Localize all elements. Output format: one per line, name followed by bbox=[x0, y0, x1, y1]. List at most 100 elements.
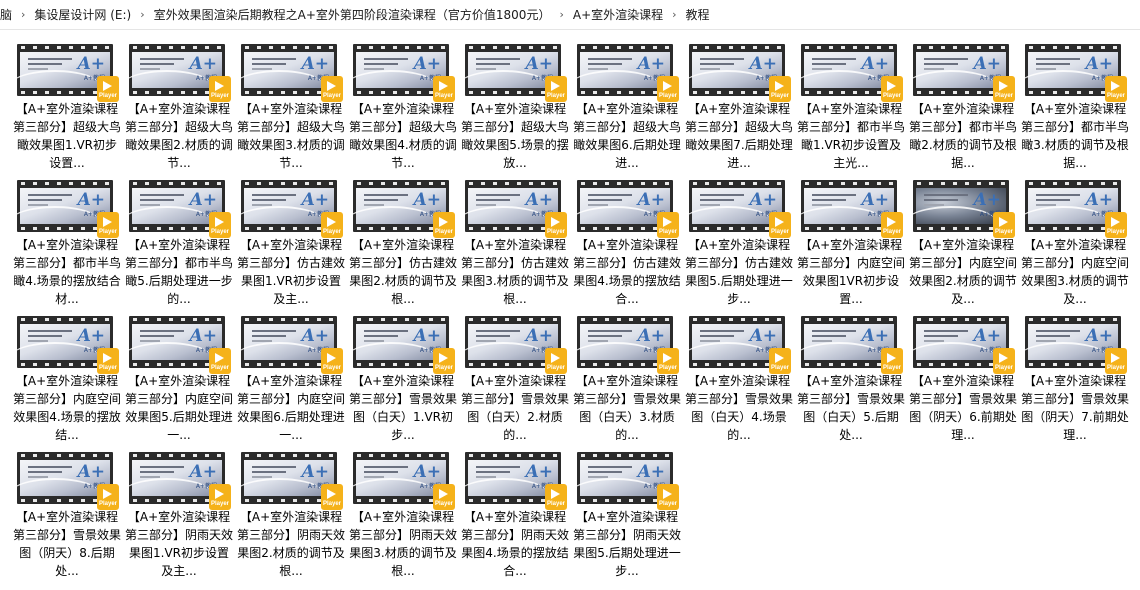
player-badge-label: Player bbox=[210, 365, 229, 371]
brand-logo: A+ bbox=[973, 54, 1001, 74]
file-item[interactable]: A+ A+教程 Player 【A+室外渲染课程第三部分】雪景效果图（阴天）6.前期处… bbox=[907, 310, 1019, 446]
breadcrumb-item[interactable]: 集设屋设计网 (E:) bbox=[29, 6, 136, 23]
file-name: 【A+室外渲染课程第三部分】超级大鸟瞰效果图6.后期处理进... bbox=[572, 102, 681, 170]
file-item[interactable]: A+ A+教程 Player 【A+室外渲染课程第三部分】内庭空间效果图2.材质的调节… bbox=[907, 174, 1019, 310]
file-item[interactable]: A+ A+教程 Player 【A+室外渲染课程第三部分】超级大鸟瞰效果图4.材质的调… bbox=[347, 38, 459, 174]
play-icon bbox=[103, 353, 112, 363]
file-item[interactable]: A+ A+教程 Player 【A+室外渲染课程第三部分】雪景效果图（白天）5.后期处… bbox=[795, 310, 907, 446]
file-item[interactable]: A+ A+教程 Player 【A+室外渲染课程第三部分】都市半鸟瞰2.材质的调节及根… bbox=[907, 38, 1019, 174]
film-holes bbox=[1025, 180, 1121, 187]
file-item[interactable]: A+ A+教程 Player 【A+室外渲染课程第三部分】仿古建效果图2.材质的调节及… bbox=[347, 174, 459, 310]
player-badge-icon: Player bbox=[993, 212, 1015, 238]
film-holes bbox=[465, 180, 561, 187]
player-badge-label: Player bbox=[994, 229, 1013, 235]
file-item[interactable]: A+ A+教程 Player 【A+室外渲染课程第三部分】仿古建效果图4.场景的摆放结… bbox=[571, 174, 683, 310]
file-item[interactable]: A+ A+教程 Player 【A+室外渲染课程第三部分】阴雨天效果图1.VR初步设置… bbox=[123, 446, 235, 582]
brand-logo: A+ bbox=[525, 462, 553, 482]
file-name: 【A+室外渲染课程第三部分】雪景效果图（白天）1.VR初步... bbox=[348, 374, 457, 442]
play-icon bbox=[103, 217, 112, 227]
file-item[interactable]: A+ A+教程 Player 【A+室外渲染课程第三部分】雪景效果图（白天）2.材质的… bbox=[459, 310, 571, 446]
film-holes bbox=[801, 316, 897, 323]
film-holes bbox=[129, 44, 225, 51]
file-item[interactable]: A+ A+教程 Player 【A+室外渲染课程第三部分】仿古建效果图3.材质的调节及… bbox=[459, 174, 571, 310]
player-badge-label: Player bbox=[434, 501, 453, 507]
player-badge-icon: Player bbox=[769, 212, 791, 238]
file-item[interactable]: A+ A+教程 Player 【A+室外渲染课程第三部分】内庭空间效果图3.材质的调节… bbox=[1019, 174, 1131, 310]
file-item[interactable]: A+ A+教程 Player 【A+室外渲染课程第三部分】都市半鸟瞰5.后期处理进一步… bbox=[123, 174, 235, 310]
player-badge-label: Player bbox=[546, 501, 565, 507]
file-name: 【A+室外渲染课程第三部分】雪景效果图（阴天）8.后期处... bbox=[12, 510, 121, 578]
file-item[interactable]: A+ A+教程 Player 【A+室外渲染课程第三部分】内庭空间效果图1VR初步设置… bbox=[795, 174, 907, 310]
play-icon bbox=[775, 353, 784, 363]
file-item[interactable]: A+ A+教程 Player 【A+室外渲染课程第三部分】雪景效果图（白天）3.材质的… bbox=[571, 310, 683, 446]
play-icon bbox=[551, 353, 560, 363]
file-item[interactable]: A+ A+教程 Player 【A+室外渲染课程第三部分】雪景效果图（阴天）7.前期处… bbox=[1019, 310, 1131, 446]
breadcrumb-item[interactable]: A+室外渲染课程 bbox=[568, 6, 668, 23]
player-badge-label: Player bbox=[98, 93, 117, 99]
player-badge-icon: Player bbox=[993, 76, 1015, 102]
file-item[interactable]: A+ A+教程 Player 【A+室外渲染课程第三部分】仿古建效果图1.VR初步设置… bbox=[235, 174, 347, 310]
file-item[interactable]: A+ A+教程 Player 【A+室外渲染课程第三部分】雪景效果图（白天）1.VR初… bbox=[347, 310, 459, 446]
player-badge-label: Player bbox=[658, 501, 677, 507]
chevron-right-icon[interactable]: › bbox=[136, 8, 148, 21]
file-item[interactable]: A+ A+教程 Player 【A+室外渲染课程第三部分】仿古建效果图5.后期处理进一… bbox=[683, 174, 795, 310]
brand-logo: A+ bbox=[749, 326, 777, 346]
player-badge-label: Player bbox=[882, 229, 901, 235]
file-name: 【A+室外渲染课程第三部分】都市半鸟瞰5.后期处理进一步的... bbox=[124, 238, 233, 306]
file-item[interactable]: A+ A+教程 Player 【A+室外渲染课程第三部分】内庭空间效果图4.场景的摆放… bbox=[11, 310, 123, 446]
file-item[interactable]: A+ A+教程 Player 【A+室外渲染课程第三部分】超级大鸟瞰效果图5.场景的摆… bbox=[459, 38, 571, 174]
play-icon bbox=[775, 81, 784, 91]
file-item[interactable]: A+ A+教程 Player 【A+室外渲染课程第三部分】都市半鸟瞰4.场景的摆放结合… bbox=[11, 174, 123, 310]
file-item[interactable]: A+ A+教程 Player 【A+室外渲染课程第三部分】阴雨天效果图5.后期处理进一… bbox=[571, 446, 683, 582]
brand-logo: A+ bbox=[525, 326, 553, 346]
player-badge-icon: Player bbox=[433, 76, 455, 102]
film-holes bbox=[577, 180, 673, 187]
file-name: 【A+室外渲染课程第三部分】阴雨天效果图3.材质的调节及根... bbox=[348, 510, 457, 578]
file-item[interactable]: A+ A+教程 Player 【A+室外渲染课程第三部分】雪景效果图（阴天）8.后期处… bbox=[11, 446, 123, 582]
file-item[interactable]: A+ A+教程 Player 【A+室外渲染课程第三部分】都市半鸟瞰3.材质的调节及根… bbox=[1019, 38, 1131, 174]
file-name: 【A+室外渲染课程第三部分】超级大鸟瞰效果图7.后期处理进... bbox=[684, 102, 793, 170]
file-item[interactable]: A+ A+教程 Player 【A+室外渲染课程第三部分】超级大鸟瞰效果图6.后期处理… bbox=[571, 38, 683, 174]
file-item[interactable]: A+ A+教程 Player 【A+室外渲染课程第三部分】超级大鸟瞰效果图1.VR初步… bbox=[11, 38, 123, 174]
file-item[interactable]: A+ A+教程 Player 【A+室外渲染课程第三部分】阴雨天效果图2.材质的调节及… bbox=[235, 446, 347, 582]
play-icon bbox=[999, 353, 1008, 363]
chevron-right-icon[interactable]: › bbox=[668, 8, 680, 21]
chevron-right-icon[interactable]: › bbox=[17, 8, 29, 21]
file-item[interactable]: A+ A+教程 Player 【A+室外渲染课程第三部分】内庭空间效果图5.后期处理进… bbox=[123, 310, 235, 446]
play-icon bbox=[327, 353, 336, 363]
player-badge-label: Player bbox=[434, 93, 453, 99]
play-icon bbox=[439, 353, 448, 363]
file-item[interactable]: A+ A+教程 Player 【A+室外渲染课程第三部分】都市半鸟瞰1.VR初步设置及… bbox=[795, 38, 907, 174]
file-item[interactable]: A+ A+教程 Player 【A+室外渲染课程第三部分】阴雨天效果图3.材质的调节及… bbox=[347, 446, 459, 582]
film-holes bbox=[913, 316, 1009, 323]
brand-logo: A+ bbox=[189, 462, 217, 482]
player-badge-icon: Player bbox=[209, 484, 231, 510]
file-name: 【A+室外渲染课程第三部分】超级大鸟瞰效果图2.材质的调节... bbox=[124, 102, 233, 170]
file-item[interactable]: A+ A+教程 Player 【A+室外渲染课程第三部分】雪景效果图（白天）4.场景的… bbox=[683, 310, 795, 446]
brand-logo: A+ bbox=[301, 326, 329, 346]
file-name: 【A+室外渲染课程第三部分】仿古建效果图2.材质的调节及根... bbox=[348, 238, 457, 306]
player-badge-label: Player bbox=[434, 229, 453, 235]
play-icon bbox=[103, 81, 112, 91]
breadcrumb-item[interactable]: 教程 bbox=[681, 6, 715, 23]
file-name: 【A+室外渲染课程第三部分】阴雨天效果图2.材质的调节及根... bbox=[236, 510, 345, 578]
brand-logo: A+ bbox=[189, 190, 217, 210]
film-holes bbox=[353, 452, 449, 459]
breadcrumb-item[interactable]: 室外效果图渲染后期教程之A+室外第四阶段渲染课程（官方价值1800元） bbox=[149, 6, 556, 23]
file-item[interactable]: A+ A+教程 Player 【A+室外渲染课程第三部分】内庭空间效果图6.后期处理进… bbox=[235, 310, 347, 446]
film-holes bbox=[913, 180, 1009, 187]
file-item[interactable]: A+ A+教程 Player 【A+室外渲染课程第三部分】超级大鸟瞰效果图3.材质的调… bbox=[235, 38, 347, 174]
breadcrumb-item[interactable]: 脑 bbox=[0, 6, 17, 23]
film-holes bbox=[17, 316, 113, 323]
breadcrumb: 脑 › 集设屋设计网 (E:) › 室外效果图渲染后期教程之A+室外第四阶段渲染… bbox=[0, 0, 1140, 30]
chevron-right-icon[interactable]: › bbox=[555, 8, 567, 21]
file-name: 【A+室外渲染课程第三部分】雪景效果图（白天）5.后期处... bbox=[796, 374, 905, 442]
player-badge-label: Player bbox=[434, 365, 453, 371]
player-badge-label: Player bbox=[1106, 93, 1125, 99]
file-name: 【A+室外渲染课程第三部分】超级大鸟瞰效果图3.材质的调节... bbox=[236, 102, 345, 170]
player-badge-icon: Player bbox=[545, 348, 567, 374]
player-badge-label: Player bbox=[658, 229, 677, 235]
file-item[interactable]: A+ A+教程 Player 【A+室外渲染课程第三部分】超级大鸟瞰效果图7.后期处理… bbox=[683, 38, 795, 174]
file-item[interactable]: A+ A+教程 Player 【A+室外渲染课程第三部分】超级大鸟瞰效果图2.材质的调… bbox=[123, 38, 235, 174]
file-item[interactable]: A+ A+教程 Player 【A+室外渲染课程第三部分】阴雨天效果图4.场景的摆放结… bbox=[459, 446, 571, 582]
